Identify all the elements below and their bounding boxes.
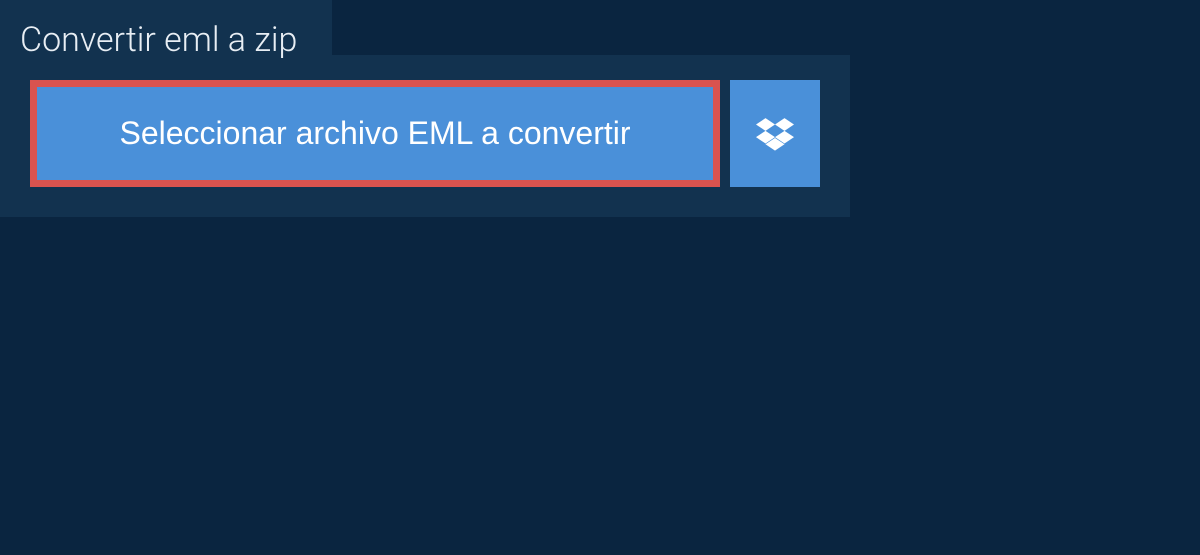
- tab-title: Convertir eml a zip: [0, 0, 332, 78]
- select-file-label: Seleccionar archivo EML a convertir: [119, 115, 630, 152]
- dropbox-icon: [756, 115, 794, 153]
- button-row: Seleccionar archivo EML a convertir: [30, 80, 820, 187]
- select-file-button[interactable]: Seleccionar archivo EML a convertir: [30, 80, 720, 187]
- content-area: Seleccionar archivo EML a convertir: [0, 55, 850, 217]
- converter-panel: Convertir eml a zip Seleccionar archivo …: [0, 55, 850, 217]
- dropbox-button[interactable]: [730, 80, 820, 187]
